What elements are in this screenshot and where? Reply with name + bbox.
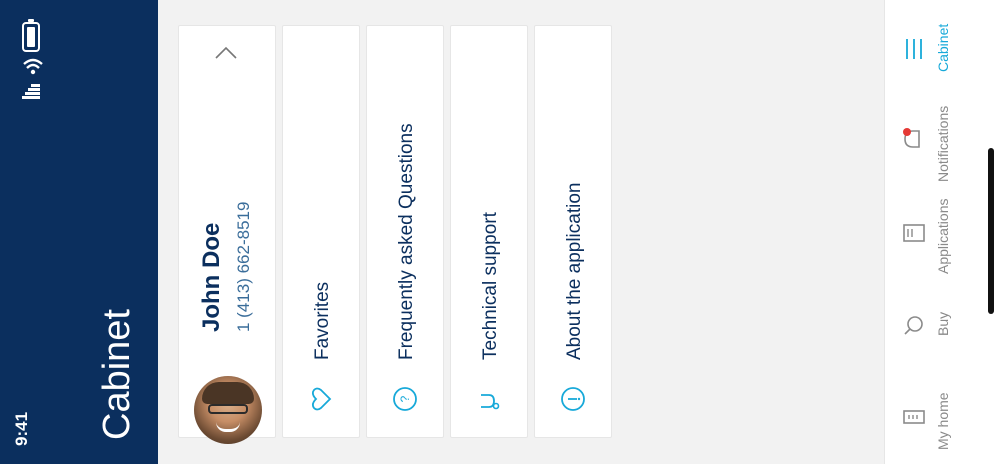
favorites-label: Favorites (312, 281, 333, 360)
search-icon (904, 316, 923, 335)
scroll-handle[interactable] (988, 148, 994, 314)
nav-label-applications: Applications (935, 198, 951, 275)
signal-icon (22, 84, 40, 99)
profile-card[interactable] (178, 25, 276, 444)
nav-label-notifications: Notifications (935, 105, 951, 182)
heart-icon (311, 387, 332, 411)
bell-icon (903, 128, 920, 148)
header-panel: 9:41 Cabinet (0, 0, 158, 464)
avatar (194, 376, 262, 444)
user-phone: 1 (413) 662-8519 (234, 201, 253, 332)
question-icon: ? (393, 387, 417, 411)
document-icon (903, 224, 925, 242)
menu-icon (906, 39, 922, 59)
svg-text:?: ? (398, 395, 412, 402)
support-icon (481, 394, 500, 410)
info-icon (561, 387, 585, 411)
wifi-icon (23, 58, 43, 75)
favorites-item[interactable] (282, 25, 360, 438)
support-label: Technical support (480, 212, 501, 360)
page-title: Cabinet (96, 309, 138, 440)
user-name: John Doe (198, 222, 225, 332)
faq-label: Frequently asked Questions (396, 123, 417, 360)
home-icon (903, 410, 925, 424)
battery-icon (22, 19, 40, 52)
nav-label-cabinet: Cabinet (935, 23, 951, 72)
about-label: About the application (564, 182, 585, 360)
nav-label-my-home: My home (935, 392, 951, 450)
nav-label-buy: Buy (935, 311, 951, 336)
chevron-up-icon[interactable] (212, 42, 240, 62)
bottom-navigation: Cabinet Notifications Applications Buy M… (884, 0, 1000, 464)
status-time: 9:41 (12, 411, 31, 446)
